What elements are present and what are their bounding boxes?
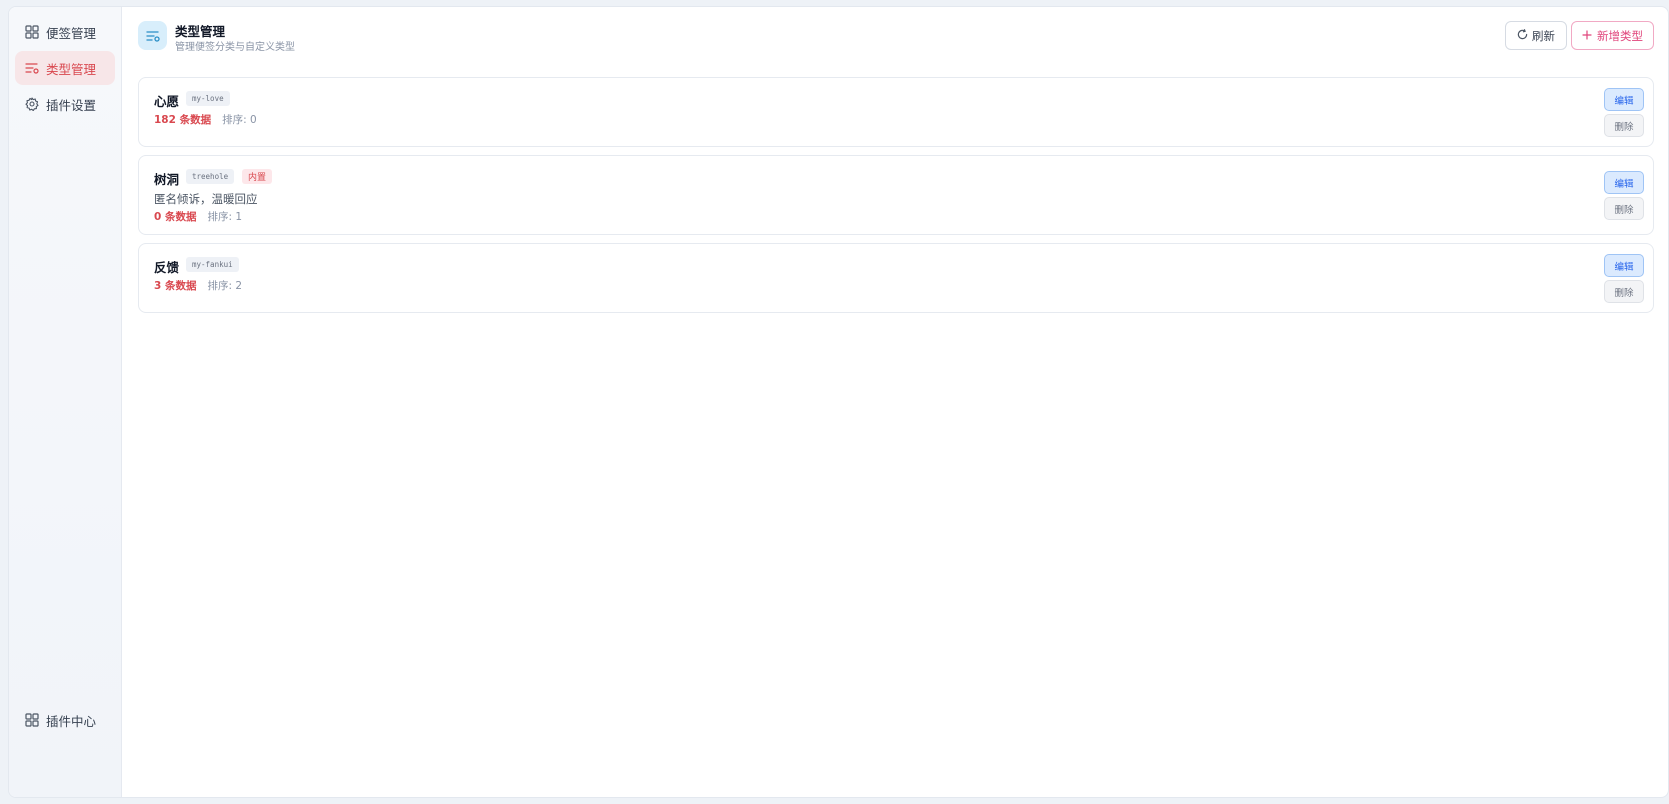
refresh-icon bbox=[1517, 28, 1528, 43]
gear-icon bbox=[25, 97, 39, 111]
sidebar-item-label: 插件中心 bbox=[46, 713, 97, 729]
type-card: 心愿 my-love 182 条数据 排序: 0 编辑 删除 bbox=[138, 77, 1654, 147]
sidebar-item-notes[interactable]: 便签管理 bbox=[15, 15, 115, 49]
refresh-label: 刷新 bbox=[1532, 28, 1555, 43]
type-count: 3 条数据 bbox=[154, 280, 197, 292]
type-sort: 排序: 1 bbox=[207, 211, 243, 223]
delete-button[interactable]: 删除 bbox=[1604, 197, 1644, 220]
builtin-badge: 内置 bbox=[242, 169, 273, 184]
sidebar-item-types[interactable]: 类型管理 bbox=[15, 51, 115, 85]
type-key-badge: treehole bbox=[186, 169, 235, 184]
delete-button[interactable]: 删除 bbox=[1604, 114, 1644, 137]
sidebar-item-label: 便签管理 bbox=[46, 25, 97, 41]
type-description: 匿名倾诉，温暖回应 bbox=[154, 192, 258, 206]
type-name: 心愿 bbox=[154, 94, 180, 109]
sidebar: 便签管理 类型管理 插件设置 插件中心 bbox=[9, 7, 122, 797]
list-filter-icon bbox=[25, 61, 39, 75]
type-name: 反馈 bbox=[154, 260, 180, 275]
sidebar-item-plugin-center[interactable]: 插件中心 bbox=[15, 703, 115, 737]
add-type-button[interactable]: 新增类型 bbox=[1571, 21, 1654, 50]
plus-icon bbox=[1582, 29, 1592, 43]
app-window: 便签管理 类型管理 插件设置 插件中心 类型管理 管理便签分类与自定义类型 刷新… bbox=[8, 6, 1669, 798]
type-key-badge: my-fankui bbox=[186, 257, 239, 272]
grid-icon bbox=[25, 713, 39, 727]
type-card: 反馈 my-fankui 3 条数据 排序: 2 编辑 删除 bbox=[138, 243, 1654, 313]
refresh-button[interactable]: 刷新 bbox=[1505, 21, 1567, 50]
type-card: 树洞 treehole 内置 匿名倾诉，温暖回应 0 条数据 排序: 1 编辑 … bbox=[138, 155, 1654, 235]
edit-button[interactable]: 编辑 bbox=[1604, 254, 1644, 277]
type-key-badge: my-love bbox=[186, 91, 230, 106]
page-subtitle: 管理便签分类与自定义类型 bbox=[175, 42, 295, 53]
sidebar-item-plugin-settings[interactable]: 插件设置 bbox=[15, 87, 115, 121]
edit-button[interactable]: 编辑 bbox=[1604, 88, 1644, 111]
list-filter-icon bbox=[138, 21, 167, 50]
grid-icon bbox=[25, 25, 39, 39]
type-count: 182 条数据 bbox=[154, 114, 212, 126]
sidebar-item-label: 类型管理 bbox=[46, 61, 97, 77]
type-count: 0 条数据 bbox=[154, 211, 197, 223]
type-sort: 排序: 0 bbox=[222, 114, 257, 126]
type-name: 树洞 bbox=[154, 172, 180, 187]
type-meta: 3 条数据 排序: 2 bbox=[154, 278, 242, 293]
sidebar-item-label: 插件设置 bbox=[46, 97, 97, 113]
page-header: 类型管理 管理便签分类与自定义类型 刷新 新增类型 bbox=[138, 21, 1654, 53]
delete-button[interactable]: 删除 bbox=[1604, 280, 1644, 303]
type-meta: 182 条数据 排序: 0 bbox=[154, 112, 257, 127]
main-content: 类型管理 管理便签分类与自定义类型 刷新 新增类型 心愿 my-love 182… bbox=[122, 7, 1668, 797]
type-meta: 0 条数据 排序: 1 bbox=[154, 209, 242, 224]
type-sort: 排序: 2 bbox=[207, 280, 243, 292]
add-type-label: 新增类型 bbox=[1597, 28, 1643, 43]
edit-button[interactable]: 编辑 bbox=[1604, 171, 1644, 194]
